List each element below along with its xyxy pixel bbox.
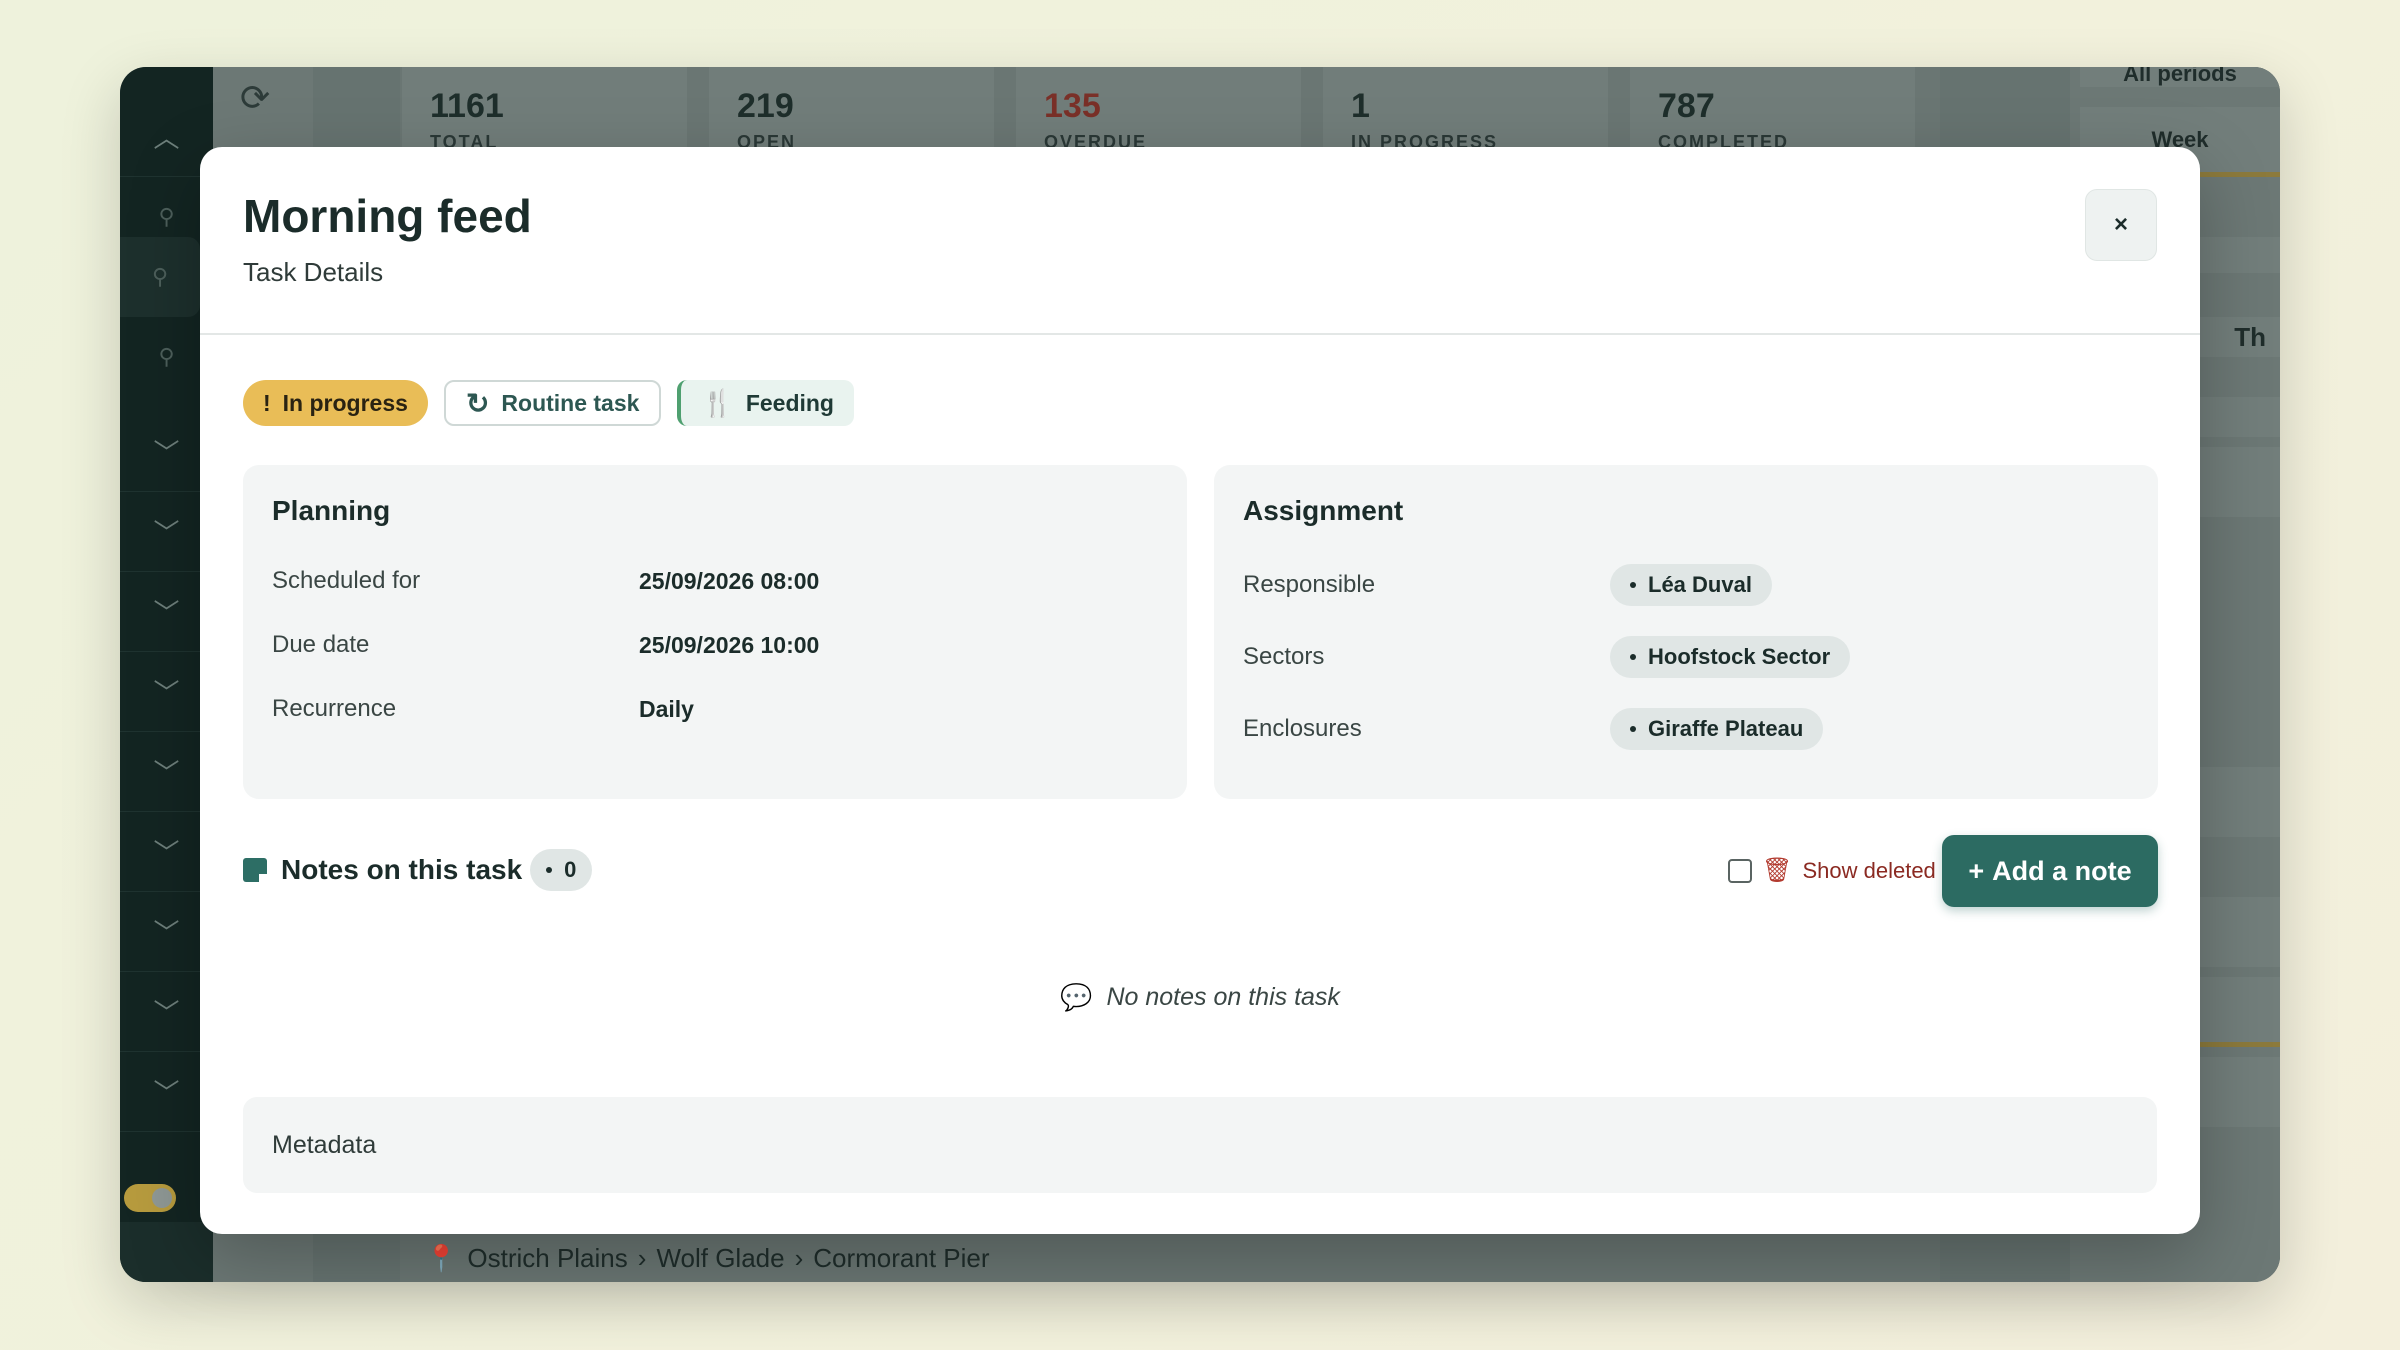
planning-card: Planning Scheduled for 25/09/2026 08:00 … [243,465,1187,799]
add-note-button[interactable]: + Add a note [1942,835,2158,907]
notes-title: Notes on this task [281,854,523,885]
speech-bubble-icon: 💬 [1060,982,1093,1012]
exclamation-icon: ! [263,389,271,416]
planning-title: Planning [272,495,391,526]
badge-row: ! In progress ↻ Routine task 🍴 Feeding [243,380,854,426]
note-icon [243,858,267,882]
row-value: Daily [639,695,694,722]
chip-label: Giraffe Plateau [1648,716,1804,741]
chip-label: Hoofstock Sector [1648,644,1831,669]
bullet [1630,654,1636,660]
stat-value: 1161 [430,87,504,125]
task-details-modal: Morning feed Task Details × ! In progres… [200,147,2200,1234]
stat-completed[interactable]: 787 COMPLETED [1630,67,1915,157]
status-badge: ! In progress [243,380,428,426]
theme-toggle[interactable] [124,1184,176,1212]
location-pin-icon: 📍 [425,1243,458,1273]
stat-open[interactable]: 219 OPEN [709,67,994,157]
routine-badge: ↻ Routine task [443,380,662,426]
category-badge: 🍴 Feeding [677,380,854,426]
modal-title: Morning feed [243,190,532,242]
row-label: Due date [272,631,370,658]
show-deleted-toggle[interactable]: 🗑 Show deleted [1728,856,1936,885]
recurrence-icon: ↻ [465,387,490,419]
assignment-title: Assignment [1243,495,1404,526]
row-label: Scheduled for [272,567,421,594]
bullet [546,867,553,873]
cutlery-icon: 🍴 [701,387,734,418]
plus-icon: + [1968,855,1985,886]
planning-row: Recurrence Daily [272,677,1158,741]
routine-badge-label: Routine task [501,389,640,416]
notes-count-badge: 0 [530,849,593,891]
notes-count: 0 [564,857,577,882]
add-note-label: Add a note [1992,855,2132,886]
assignment-card: Assignment Responsible Léa Duval Sectors… [1214,465,2158,799]
chip-label: Léa Duval [1648,572,1752,597]
empty-notes-state: 💬 No notes on this task [200,982,2200,1013]
breadcrumb-item[interactable]: Ostrich Plains [467,1243,627,1274]
bullet [1630,582,1636,588]
notes-header: Notes on this task 0 [243,849,593,891]
bullet [1630,726,1636,732]
close-button[interactable]: × [2085,189,2157,261]
metadata-label: Metadata [272,1130,377,1159]
stat-in-progress[interactable]: 1 IN PROGRESS [1323,67,1608,157]
stat-value: 135 [1044,87,1101,125]
stat-value: 787 [1658,87,1715,125]
sidebar-footer [120,1222,213,1282]
trash-icon: 🗑 [1762,857,1793,884]
row-label: Sectors [1243,643,1325,670]
assignment-row: Responsible Léa Duval [1243,549,2129,621]
modal-header: Morning feed Task Details × [200,147,2200,335]
show-deleted-checkbox[interactable] [1728,858,1752,883]
row-label: Recurrence [272,695,397,722]
row-label: Enclosures [1243,715,1362,742]
stat-value: 1 [1351,87,1370,125]
empty-notes-text: No notes on this task [1106,983,1340,1011]
status-badge-label: In progress [282,389,408,416]
refresh-icon[interactable]: ⟳ [240,77,270,119]
stat-total[interactable]: 1161 TOTAL [402,67,687,157]
breadcrumb-separator: › [794,1243,804,1273]
planning-row: Scheduled for 25/09/2026 08:00 [272,549,1158,613]
responsible-chip[interactable]: Léa Duval [1610,564,1772,606]
stat-overdue[interactable]: 135 OVERDUE [1016,67,1301,157]
modal-subtitle: Task Details [243,257,384,287]
close-icon: × [2113,211,2128,238]
planning-row: Due date 25/09/2026 10:00 [272,613,1158,677]
assignment-row: Enclosures Giraffe Plateau [1243,693,2129,765]
category-badge-label: Feeding [745,389,834,416]
enclosure-chip[interactable]: Giraffe Plateau [1610,708,1824,750]
stat-value: 219 [737,87,794,125]
breadcrumb-separator: › [637,1243,647,1273]
breadcrumb: 📍 Ostrich Plains › Wolf Glade › Cormoran… [425,1243,990,1274]
assignment-row: Sectors Hoofstock Sector [1243,621,2129,693]
breadcrumb-item[interactable]: Wolf Glade [656,1243,784,1274]
row-label: Responsible [1243,571,1376,598]
show-deleted-label: Show deleted [1802,857,1936,883]
metadata-section[interactable]: Metadata [243,1097,2157,1193]
row-value: 25/09/2026 10:00 [639,631,820,658]
periods-label[interactable]: All periods [2080,67,2280,87]
pin-icon-active[interactable]: ⚲ [120,237,200,317]
row-value: 25/09/2026 08:00 [639,567,820,594]
sector-chip[interactable]: Hoofstock Sector [1610,636,1851,678]
breadcrumb-item[interactable]: Cormorant Pier [813,1243,989,1274]
